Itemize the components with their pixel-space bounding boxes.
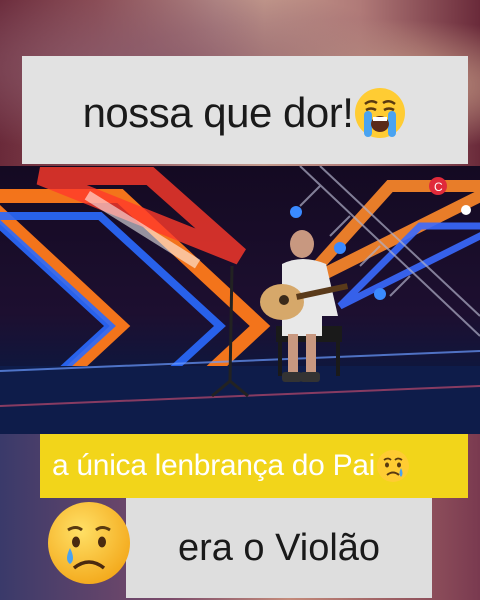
crying-face-icon: [377, 450, 410, 482]
caption-bottom-text: era o Violão: [177, 526, 381, 569]
stage-scene-illustration: C: [0, 166, 480, 434]
sad-face-with-tear-icon: [48, 502, 130, 584]
caption-middle-text: a única lenbrança do Pai: [52, 449, 376, 482]
loudly-crying-face-icon: [355, 88, 406, 138]
stage-video-frame: C: [0, 166, 480, 434]
caption-bottom: era o Violão: [126, 498, 432, 598]
caption-top-text: nossa que dor!: [82, 89, 354, 136]
svg-text:C: C: [434, 180, 443, 194]
caption-middle: a única lenbrança do Pai: [40, 434, 468, 498]
caption-top: nossa que dor!: [22, 56, 468, 164]
